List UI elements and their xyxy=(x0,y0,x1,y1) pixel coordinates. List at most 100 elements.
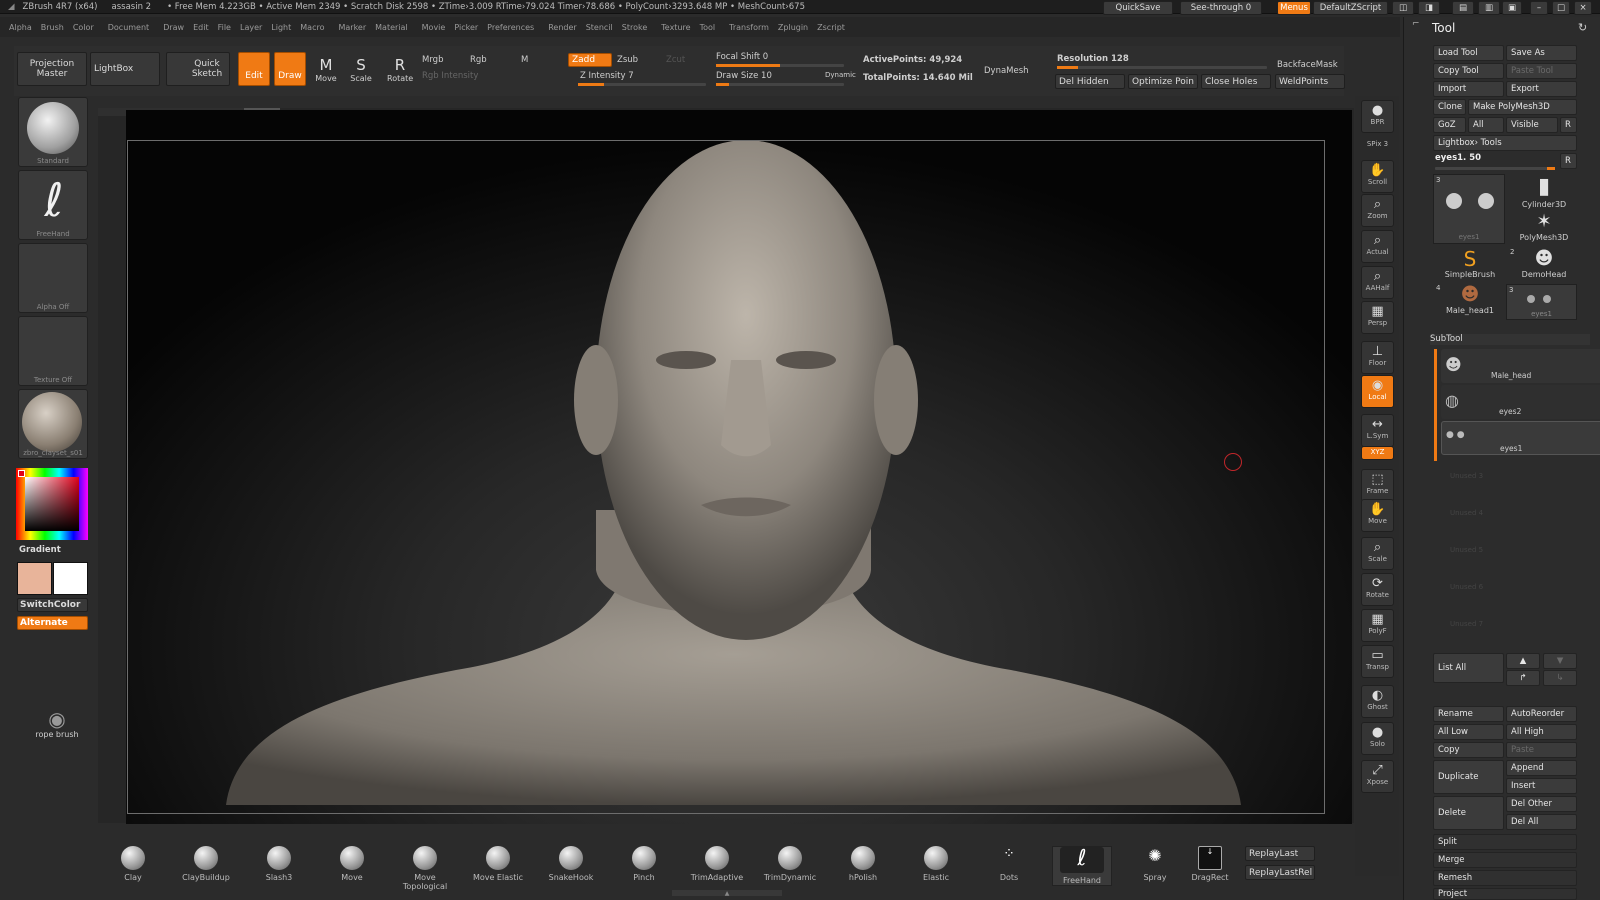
projection-master-button[interactable]: Projection Master xyxy=(17,52,87,86)
rightshelf-aahalf-button[interactable]: ⌕ AAHalf xyxy=(1361,266,1394,299)
brush-hpolish-button[interactable]: hPolish xyxy=(833,846,893,882)
goz-all-button[interactable]: All xyxy=(1468,117,1504,133)
menus-button[interactable]: Menus xyxy=(1277,1,1311,15)
brush-spray-button[interactable]: ✺ Spray xyxy=(1125,846,1185,882)
color-picker-square[interactable] xyxy=(25,477,79,531)
tool-thumb-malehead[interactable]: 4 ☻ Male_head1 xyxy=(1436,284,1504,315)
menu-zscript[interactable]: Zscript xyxy=(817,23,845,32)
merge-section[interactable]: Merge xyxy=(1433,852,1577,868)
menu-marker[interactable]: Marker xyxy=(338,23,366,32)
rightshelf-frame-button[interactable]: ⬚ Frame xyxy=(1361,469,1394,502)
resolution-track[interactable] xyxy=(1057,66,1267,69)
close-icon[interactable]: × xyxy=(1574,1,1592,15)
rightshelf-rotate-button[interactable]: ⟳ Rotate xyxy=(1361,573,1394,606)
brush-claybuildup-button[interactable]: ClayBuildup xyxy=(176,846,236,882)
brush-trimdynamic-button[interactable]: TrimDynamic xyxy=(760,846,820,882)
all-low-button[interactable]: All Low xyxy=(1433,724,1504,740)
current-tool-slider[interactable]: eyes1. 50 xyxy=(1435,153,1481,163)
brush-slash3-button[interactable]: Slash3 xyxy=(249,846,309,882)
rightshelf-polyf-button[interactable]: ▦ PolyF xyxy=(1361,609,1394,642)
menu-macro[interactable]: Macro xyxy=(300,23,324,32)
move-down-arrow-icon[interactable]: ▼ xyxy=(1543,653,1577,669)
import-button[interactable]: Import xyxy=(1433,81,1504,97)
menu-zplugin[interactable]: Zplugin xyxy=(778,23,808,32)
export-button[interactable]: Export xyxy=(1506,81,1577,97)
draw-size-slider[interactable]: Draw Size 10 xyxy=(716,71,772,81)
resolution-slider[interactable]: Resolution 128 xyxy=(1057,54,1129,64)
tool-pin-icon[interactable]: ⌐ xyxy=(1412,19,1420,29)
optimize-points-button[interactable]: Optimize Poin xyxy=(1128,74,1198,89)
brush-snakehook-button[interactable]: SnakeHook xyxy=(541,846,601,882)
weld-points-button[interactable]: WeldPoints xyxy=(1275,74,1345,89)
menu-tool[interactable]: Tool xyxy=(700,23,716,32)
rightshelf-xpose-button[interactable]: ⤢ Xpose xyxy=(1361,760,1394,793)
alternate-button[interactable]: Alternate xyxy=(17,616,88,630)
brush-clay-button[interactable]: Clay xyxy=(103,846,163,882)
del-hidden-button[interactable]: Del Hidden xyxy=(1055,74,1125,89)
zsub-button[interactable]: Zsub xyxy=(617,55,638,65)
tool-thumb-polymesh[interactable]: ✶ PolyMesh3D xyxy=(1510,211,1578,242)
move-down-curved-icon[interactable]: ↳ xyxy=(1543,670,1577,686)
draw-size-track[interactable] xyxy=(716,83,844,86)
project-section[interactable]: Project xyxy=(1433,888,1577,900)
rightshelf-local-button[interactable]: ◉ Local xyxy=(1361,375,1394,408)
paste-subtool-button[interactable]: Paste xyxy=(1506,742,1577,758)
move-up-curved-icon[interactable]: ↱ xyxy=(1506,670,1540,686)
rightshelf-floor-button[interactable]: ⊥ Floor xyxy=(1361,341,1394,374)
lock-icon[interactable]: ▣ xyxy=(1502,1,1522,15)
del-all-button[interactable]: Del All xyxy=(1506,814,1577,830)
lightbox-tools-button[interactable]: Lightbox› Tools xyxy=(1433,135,1577,151)
menu-document[interactable]: Document xyxy=(108,23,149,32)
see-through-slider[interactable]: See-through 0 xyxy=(1180,1,1262,15)
rgb-intensity-slider[interactable]: Rgb Intensity xyxy=(422,71,478,81)
menu-transform[interactable]: Transform xyxy=(729,23,769,32)
menu-picker[interactable]: Picker xyxy=(454,23,478,32)
subtool-header[interactable]: SubTool xyxy=(1430,334,1590,345)
split-section[interactable]: Split xyxy=(1433,834,1577,850)
z-intensity-track[interactable] xyxy=(578,83,706,86)
backface-mask-button[interactable]: BackfaceMask xyxy=(1277,60,1338,70)
save-as-button[interactable]: Save As xyxy=(1506,45,1577,61)
color-picker[interactable] xyxy=(16,468,88,540)
tool-thumb-cylinder[interactable]: ▮ Cylinder3D xyxy=(1510,174,1578,209)
subtool-row-male-head[interactable]: ☻ Male_head ◉ xyxy=(1441,349,1600,383)
brush-move-button[interactable]: Move xyxy=(322,846,382,882)
menu-texture[interactable]: Texture xyxy=(661,23,690,32)
dynamesh-button[interactable]: DynaMesh xyxy=(984,66,1029,76)
menu-material[interactable]: Material xyxy=(375,23,408,32)
brush-dragrect-button[interactable]: ↓ DragRect xyxy=(1180,846,1240,882)
stroke-thumbnail[interactable]: ℓ FreeHand xyxy=(18,170,88,240)
brush-elastic-button[interactable]: Elastic xyxy=(906,846,966,882)
rightshelf-scroll-button[interactable]: ✋ Scroll xyxy=(1361,160,1394,193)
menu-draw[interactable]: Draw xyxy=(163,23,184,32)
rightshelf-actual-button[interactable]: ⌕ Actual xyxy=(1361,230,1394,263)
zcut-button[interactable]: Zcut xyxy=(666,55,685,65)
material-thumbnail[interactable]: zbro_clayset_s01 xyxy=(18,389,88,459)
layout2-icon[interactable]: ◨ xyxy=(1418,1,1440,15)
tool-thumb-eyes1[interactable]: 3 eyes1 xyxy=(1433,174,1505,244)
tool-r-button[interactable]: R xyxy=(1560,153,1577,169)
gradient-label[interactable]: Gradient xyxy=(19,545,61,555)
z-intensity-slider[interactable]: Z Intensity 7 xyxy=(580,71,634,81)
subtool-row-eyes2[interactable]: ◍ eyes2 ◉ xyxy=(1441,385,1600,419)
m-button[interactable]: M xyxy=(521,55,528,65)
menu-render[interactable]: Render xyxy=(548,23,576,32)
maximize-icon[interactable]: □ xyxy=(1552,1,1570,15)
rightshelf-ghost-button[interactable]: ◐ Ghost xyxy=(1361,685,1394,718)
tool-thumb-eyes1b[interactable]: 3 eyes1 xyxy=(1506,284,1577,320)
menu-edit[interactable]: Edit xyxy=(193,23,209,32)
bottom-collapse-handle[interactable]: ▲ xyxy=(672,890,782,897)
color-picker-marker[interactable] xyxy=(18,470,25,477)
quick-sketch-button[interactable]: Quick Sketch xyxy=(166,52,230,86)
brush-move-topological-button[interactable]: Move Topological xyxy=(395,846,455,891)
menu-color[interactable]: Color xyxy=(73,23,94,32)
main-color-swatch[interactable] xyxy=(17,562,52,595)
replay-last-rel-button[interactable]: ReplayLastRel xyxy=(1245,865,1315,880)
brush-move-elastic-button[interactable]: Move Elastic xyxy=(468,846,528,882)
rightshelf-scale-button[interactable]: ⌕ Scale xyxy=(1361,537,1394,570)
rightshelf-transp-button[interactable]: ▭ Transp xyxy=(1361,645,1394,678)
rightshelf-bpr-button[interactable]: ● BPR xyxy=(1361,100,1394,133)
secondary-color-swatch[interactable] xyxy=(53,562,88,595)
rightshelf-spix-3-button[interactable]: SPix 3 xyxy=(1361,137,1394,151)
append-button[interactable]: Append xyxy=(1506,760,1577,776)
